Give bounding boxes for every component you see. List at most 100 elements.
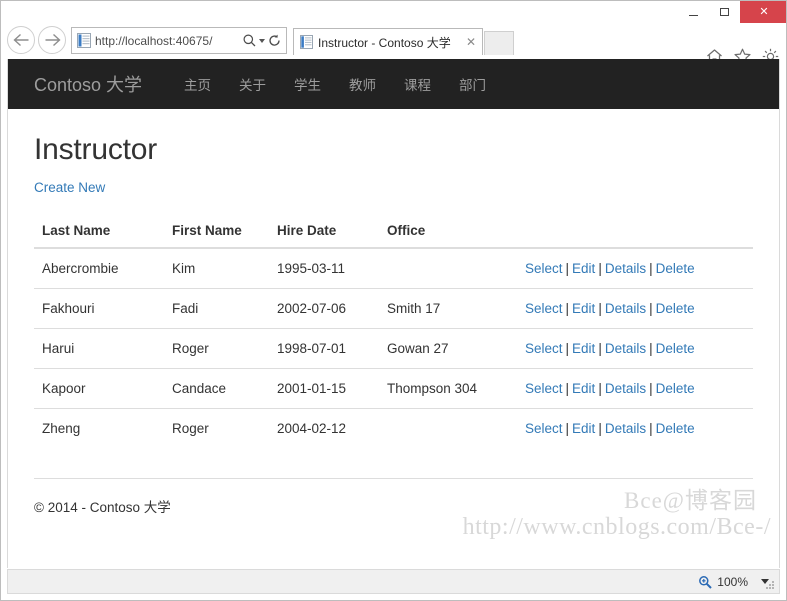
table-row: Kapoor Candace 2001-01-15 Thompson 304 S… bbox=[34, 368, 753, 409]
table-header: Last Name First Name Hire Date Office bbox=[34, 215, 753, 249]
sidebar-item-instructors[interactable]: 教师 bbox=[335, 74, 390, 94]
action-separator: | bbox=[565, 301, 570, 316]
cell-hire-date: 2004-02-12 bbox=[269, 408, 379, 448]
cell-last-name: Zheng bbox=[34, 408, 164, 448]
title-bar: ✕ bbox=[1, 1, 786, 23]
forward-arrow-icon bbox=[45, 33, 61, 47]
cell-office bbox=[379, 408, 517, 448]
cell-hire-date: 2002-07-06 bbox=[269, 288, 379, 329]
cell-actions: Select | Edit | Details | Delete bbox=[517, 328, 753, 369]
action-separator: | bbox=[565, 421, 570, 436]
action-separator: | bbox=[649, 341, 653, 356]
column-header-office: Office bbox=[379, 215, 517, 249]
search-icon bbox=[243, 34, 255, 47]
cell-last-name: Fakhouri bbox=[34, 288, 164, 329]
sidebar-item-departments[interactable]: 部门 bbox=[445, 74, 500, 94]
edit-link[interactable]: Edit bbox=[572, 421, 595, 436]
table-row: Zheng Roger 2004-02-12 Select | Edit | Detai… bbox=[34, 408, 753, 448]
cell-hire-date: 1995-03-11 bbox=[277, 261, 346, 276]
cell-actions: Select | Edit | Details | Delete bbox=[517, 288, 753, 329]
zoom-level-label: 100% bbox=[717, 574, 748, 589]
maximize-icon bbox=[720, 8, 729, 16]
action-separator: | bbox=[649, 261, 653, 276]
page-title: Instructor bbox=[34, 133, 158, 166]
edit-link[interactable]: Edit bbox=[572, 381, 595, 396]
action-separator: | bbox=[598, 341, 602, 356]
table-row: Abercrombie Kim 1995-03-11 Select | Edit | D… bbox=[34, 248, 753, 289]
delete-link[interactable]: Delete bbox=[656, 341, 695, 356]
page-content: Instructor Create New Last Name First Na… bbox=[8, 133, 779, 568]
site-navbar: Contoso 大学 主页 关于 学生 教师 课程 部门 bbox=[8, 59, 779, 109]
details-link[interactable]: Details bbox=[605, 261, 646, 276]
column-header-hire-date: Hire Date bbox=[269, 215, 379, 249]
details-link[interactable]: Details bbox=[605, 301, 646, 316]
action-separator: | bbox=[565, 341, 570, 356]
edit-link[interactable]: Edit bbox=[572, 341, 595, 356]
delete-link[interactable]: Delete bbox=[656, 421, 695, 436]
tab-instructor[interactable]: Instructor - Contoso 大学 ✕ bbox=[293, 28, 483, 55]
cell-actions: Select | Edit | Details | Delete bbox=[517, 368, 753, 409]
close-icon: ✕ bbox=[759, 5, 769, 18]
table-row: Harui Roger 1998-07-01 Gowan 27 Select | E… bbox=[34, 328, 753, 369]
cell-last-name: Abercrombie bbox=[42, 261, 119, 276]
cell-actions: Select | Edit | Details | Delete bbox=[517, 408, 753, 448]
sidebar-item-courses[interactable]: 课程 bbox=[390, 74, 445, 94]
cell-first-name: Candace bbox=[164, 368, 269, 409]
action-separator: | bbox=[649, 301, 653, 316]
close-button[interactable]: ✕ bbox=[740, 1, 786, 23]
minimize-button[interactable] bbox=[678, 1, 709, 23]
column-header-last-name: Last Name bbox=[34, 215, 164, 249]
sidebar-item-home[interactable]: 主页 bbox=[170, 74, 225, 94]
forward-button[interactable] bbox=[38, 26, 66, 54]
select-link[interactable]: Select bbox=[525, 301, 563, 316]
refresh-icon bbox=[268, 34, 280, 46]
back-arrow-icon bbox=[12, 33, 28, 47]
window-controls: ✕ bbox=[678, 1, 786, 23]
maximize-button[interactable] bbox=[709, 1, 740, 23]
tab-favicon-icon bbox=[300, 35, 313, 49]
site-nav-links: 主页 关于 学生 教师 课程 部门 bbox=[170, 74, 500, 94]
tab-close-icon[interactable]: ✕ bbox=[466, 36, 476, 48]
select-link[interactable]: Select bbox=[525, 381, 563, 396]
create-new-link[interactable]: Create New bbox=[34, 180, 105, 195]
cell-last-name: Kapoor bbox=[34, 368, 164, 409]
minimize-icon bbox=[689, 14, 698, 16]
delete-link[interactable]: Delete bbox=[656, 261, 695, 276]
action-separator: | bbox=[598, 301, 602, 316]
address-bar[interactable]: http://localhost:40675/ bbox=[71, 27, 287, 54]
details-link[interactable]: Details bbox=[605, 341, 646, 356]
table-row: Fakhouri Fadi 2002-07-06 Smith 17 Select… bbox=[34, 288, 753, 329]
watermark-url: http://www.cnblogs.com/Bce-/ bbox=[462, 514, 771, 540]
cell-office: Gowan 27 bbox=[379, 328, 517, 369]
table-header-row: Last Name First Name Hire Date Office bbox=[34, 215, 753, 249]
edit-link[interactable]: Edit bbox=[572, 301, 595, 316]
new-tab-button[interactable] bbox=[484, 31, 514, 55]
cell-first-name: Kim bbox=[172, 261, 196, 276]
select-link[interactable]: Select bbox=[525, 261, 563, 276]
table-body: Abercrombie Kim 1995-03-11 Select | Edit | D… bbox=[34, 248, 753, 448]
select-link[interactable]: Select bbox=[525, 421, 563, 436]
cell-last-name: Harui bbox=[34, 328, 164, 369]
refresh-button[interactable] bbox=[265, 31, 283, 51]
page-favicon-icon bbox=[77, 33, 91, 48]
instructors-table: Last Name First Name Hire Date Office Ab… bbox=[34, 215, 753, 448]
details-link[interactable]: Details bbox=[605, 381, 646, 396]
sidebar-item-students[interactable]: 学生 bbox=[280, 74, 335, 94]
resize-grip-icon[interactable] bbox=[764, 579, 776, 591]
edit-link[interactable]: Edit bbox=[572, 261, 595, 276]
cell-hire-date: 2001-01-15 bbox=[269, 368, 379, 409]
page-footer: © 2014 - Contoso 大学 bbox=[34, 500, 171, 515]
details-link[interactable]: Details bbox=[605, 421, 646, 436]
browser-window: ✕ http://localhost:40675/ Instructor - C… bbox=[0, 0, 787, 601]
address-url-text: http://localhost:40675/ bbox=[95, 33, 213, 48]
back-button[interactable] bbox=[7, 26, 35, 54]
site-brand[interactable]: Contoso 大学 bbox=[34, 71, 142, 97]
address-search-icon[interactable] bbox=[240, 31, 258, 51]
delete-link[interactable]: Delete bbox=[656, 381, 695, 396]
tab-title: Instructor - Contoso 大学 bbox=[318, 35, 451, 50]
delete-link[interactable]: Delete bbox=[656, 301, 695, 316]
sidebar-item-about[interactable]: 关于 bbox=[225, 74, 280, 94]
tab-strip: Instructor - Contoso 大学 ✕ bbox=[293, 27, 514, 55]
cell-office bbox=[379, 248, 517, 289]
select-link[interactable]: Select bbox=[525, 341, 563, 356]
